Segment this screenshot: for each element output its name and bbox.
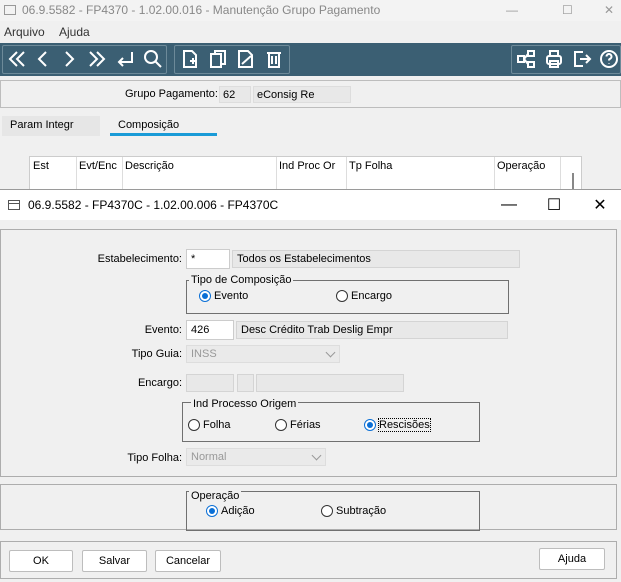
salvar-button[interactable]: Salvar <box>82 550 147 572</box>
tipo-guia-select[interactable]: INSS <box>186 345 340 363</box>
column-descricao[interactable]: Descrição <box>125 160 174 172</box>
chevron-down-icon <box>311 450 322 461</box>
dialog-maximize-icon[interactable]: ☐ <box>543 194 565 216</box>
radio-ferias[interactable]: Férias <box>275 419 321 431</box>
radio-adicao[interactable]: Adição <box>206 505 255 517</box>
encargo-small-input <box>237 374 254 392</box>
tipo-folha-value: Normal <box>191 451 227 463</box>
maximize-icon[interactable]: ☐ <box>562 3 573 17</box>
grupo-pagamento-label: Grupo Pagamento: <box>125 88 218 100</box>
tipo-guia-label: Tipo Guia: <box>131 348 182 360</box>
tab-param-integr[interactable]: Param Integr <box>2 116 100 136</box>
radio-subtracao-label: Subtração <box>336 505 387 517</box>
tipo-guia-value: INSS <box>191 348 217 360</box>
radio-unselected-icon <box>188 419 200 431</box>
radio-encargo[interactable]: Encargo <box>336 290 392 302</box>
dialog-minimize-icon[interactable]: — <box>498 194 520 216</box>
radio-subtracao[interactable]: Subtração <box>321 505 386 517</box>
ok-button[interactable]: OK <box>9 550 73 572</box>
menu-bar: Arquivo Ajuda <box>0 21 621 42</box>
new-record-icon[interactable] <box>177 46 203 72</box>
first-record-icon[interactable] <box>4 46 30 72</box>
goto-icon[interactable] <box>112 46 138 72</box>
radio-unselected-icon <box>275 419 287 431</box>
radio-encargo-label: Encargo <box>351 290 392 302</box>
radio-rescisoes-label: Rescisões <box>378 418 431 432</box>
menu-ajuda[interactable]: Ajuda <box>59 25 90 39</box>
close-icon[interactable]: ✕ <box>604 3 614 17</box>
help-icon[interactable] <box>596 46 621 72</box>
column-est[interactable]: Est <box>33 160 49 172</box>
estabelecimento-desc: Todos os Estabelecimentos <box>232 250 520 268</box>
operacao-label: Operação <box>189 490 242 502</box>
encargo-label: Encargo: <box>137 377 182 389</box>
radio-evento[interactable]: Evento <box>199 290 248 302</box>
copy-record-icon[interactable] <box>205 46 231 72</box>
evento-desc: Desc Crédito Trab Deslig Empr <box>236 321 508 339</box>
encargo-desc <box>256 374 404 392</box>
radio-evento-label: Evento <box>214 290 249 302</box>
dialog-window-icon <box>8 200 20 210</box>
estabelecimento-input[interactable]: * <box>186 249 230 269</box>
hierarchy-icon[interactable] <box>513 46 539 72</box>
tipo-folha-select[interactable]: Normal <box>186 448 326 466</box>
radio-folha-label: Folha <box>203 419 231 431</box>
app-window-icon <box>4 5 16 15</box>
tab-composicao[interactable]: Composição <box>110 116 217 136</box>
tipo-composicao-label: Tipo de Composição <box>189 274 294 286</box>
radio-unselected-icon <box>321 505 333 517</box>
print-icon[interactable] <box>541 46 567 72</box>
exit-icon[interactable] <box>569 46 595 72</box>
search-icon[interactable] <box>140 46 166 72</box>
table-scrollbar[interactable] <box>572 173 574 189</box>
ind-processo-origem-label: Ind Processo Origem <box>191 398 299 410</box>
edit-record-icon[interactable] <box>233 46 259 72</box>
radio-selected-icon <box>199 290 211 302</box>
chevron-down-icon <box>325 347 336 358</box>
main-window-titlebar: 06.9.5582 - FP4370 - 1.02.00.016 - Manut… <box>0 0 621 21</box>
column-operacao[interactable]: Operação <box>497 160 545 172</box>
encargo-input <box>186 374 234 392</box>
grupo-pagamento-code: 62 <box>219 86 251 103</box>
radio-ferias-label: Férias <box>290 419 321 431</box>
radio-unselected-icon <box>336 290 348 302</box>
column-tp-folha[interactable]: Tp Folha <box>349 160 392 172</box>
radio-rescisoes[interactable]: Rescisões <box>364 418 431 432</box>
radio-adicao-label: Adição <box>221 505 255 517</box>
estabelecimento-label: Estabelecimento: <box>97 253 182 265</box>
radio-selected-icon <box>364 419 376 431</box>
column-ind-proc-or[interactable]: Ind Proc Or <box>279 160 335 172</box>
toolbar <box>0 43 621 76</box>
column-evt-enc[interactable]: Evt/Enc <box>79 160 117 172</box>
radio-selected-icon <box>206 505 218 517</box>
composicao-table-header: Est Evt/Enc Descrição Ind Proc Or Tp Fol… <box>29 156 582 191</box>
dialog-close-icon[interactable]: ✕ <box>589 194 611 216</box>
cancelar-button[interactable]: Cancelar <box>155 550 221 572</box>
last-record-icon[interactable] <box>84 46 110 72</box>
previous-record-icon[interactable] <box>30 46 56 72</box>
dialog-title: 06.9.5582 - FP4370C - 1.02.00.006 - FP43… <box>28 198 279 212</box>
next-record-icon[interactable] <box>56 46 82 72</box>
ajuda-button[interactable]: Ajuda <box>539 548 605 570</box>
evento-label: Evento: <box>144 324 182 336</box>
grupo-pagamento-desc: eConsig Re <box>253 86 351 103</box>
grupo-pagamento-bar: Grupo Pagamento: 62 eConsig Re <box>0 80 621 108</box>
tipo-folha-label: Tipo Folha: <box>127 452 182 464</box>
main-window-title: 06.9.5582 - FP4370 - 1.02.00.016 - Manut… <box>22 3 381 17</box>
radio-folha[interactable]: Folha <box>188 419 231 431</box>
minimize-icon[interactable]: — <box>506 3 518 17</box>
delete-record-icon[interactable] <box>261 46 287 72</box>
evento-input[interactable]: 426 <box>186 320 234 340</box>
composicao-dialog: 06.9.5582 - FP4370C - 1.02.00.006 - FP43… <box>0 189 621 582</box>
menu-arquivo[interactable]: Arquivo <box>4 25 45 39</box>
dialog-titlebar: 06.9.5582 - FP4370C - 1.02.00.006 - FP43… <box>0 190 621 220</box>
